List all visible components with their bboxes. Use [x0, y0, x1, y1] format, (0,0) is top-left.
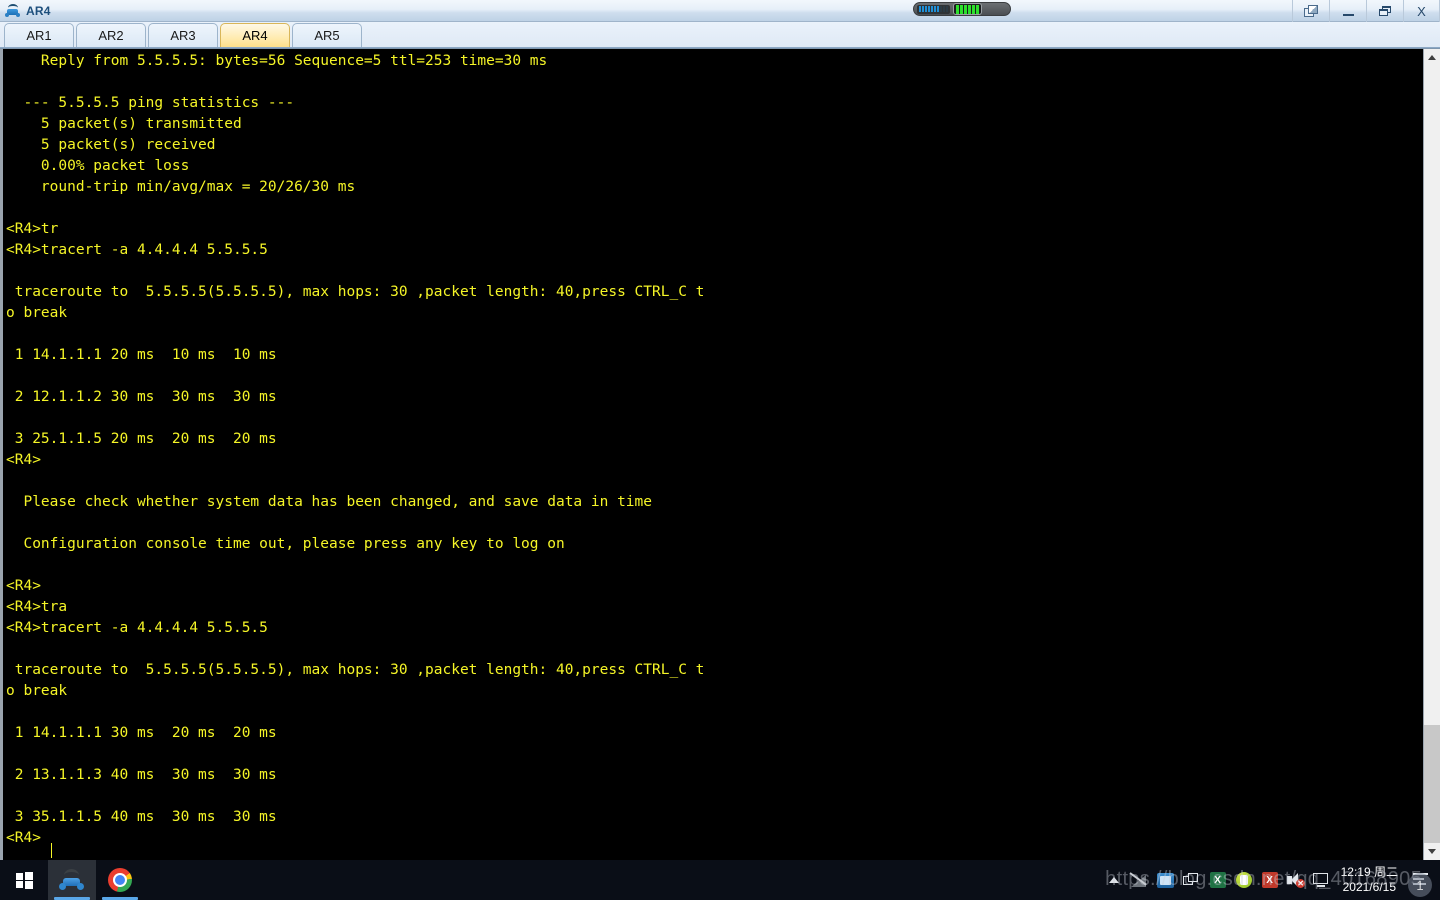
close-icon: X	[1417, 3, 1426, 19]
tab-ar4[interactable]: AR4	[220, 23, 290, 47]
network-off-icon	[1129, 872, 1148, 887]
show-hidden-icons-button[interactable]	[1101, 860, 1127, 900]
scrollbar-thumb[interactable]	[1424, 725, 1440, 843]
ensp-device-window: AR4 X AR1 AR2 AR3 AR4 AR5 Reply from 5.5…	[0, 0, 1440, 860]
scrollbar-track[interactable]	[1424, 66, 1440, 843]
notifications-icon	[1412, 873, 1430, 887]
windows-stack-icon	[1183, 872, 1200, 888]
tab-ar2[interactable]: AR2	[76, 23, 146, 47]
scroll-up-button[interactable]	[1424, 49, 1440, 66]
chevron-down-icon	[1428, 849, 1436, 854]
tab-label: AR3	[170, 28, 196, 43]
router-icon	[5, 3, 21, 18]
office-icon: X	[1261, 872, 1278, 888]
green-app-icon	[1235, 872, 1252, 888]
windows-taskbar: X X ✕ 12:19 周二 2021/6/15	[0, 860, 1440, 900]
taskbar-item-ensp[interactable]	[48, 860, 96, 900]
tab-label: AR5	[314, 28, 340, 43]
window-title: AR4	[26, 3, 51, 18]
tab-label: AR4	[242, 28, 268, 43]
tab-ar3[interactable]: AR3	[148, 23, 218, 47]
scroll-down-button[interactable]	[1424, 843, 1440, 860]
green-app-tray-button[interactable]	[1231, 860, 1257, 900]
clock-time: 12:19 周二	[1340, 865, 1398, 879]
led-group-left	[917, 4, 950, 14]
volume-muted-button[interactable]: ✕	[1283, 860, 1309, 900]
network-blue-icon	[1157, 872, 1175, 888]
console-output: Reply from 5.5.5.5: bytes=56 Sequence=5 …	[6, 53, 705, 846]
clock-date: 2021/6/15	[1342, 880, 1396, 894]
office-tray-button[interactable]: X	[1257, 860, 1283, 900]
chrome-icon	[108, 868, 132, 892]
taskbar-clock[interactable]: 12:19 周二 2021/6/15	[1335, 865, 1406, 895]
led-group-right	[953, 3, 982, 15]
title-bar: AR4 X	[0, 0, 1440, 22]
excel-tray-button[interactable]: X	[1205, 860, 1231, 900]
action-center-button[interactable]	[1406, 860, 1436, 900]
vertical-scrollbar[interactable]	[1423, 49, 1440, 860]
monitor-icon	[1313, 873, 1330, 887]
tab-label: AR1	[26, 28, 52, 43]
terminal-area: Reply from 5.5.5.5: bytes=56 Sequence=5 …	[0, 48, 1440, 860]
chevron-up-icon	[1428, 55, 1436, 60]
minimize-button[interactable]	[1329, 0, 1366, 22]
maximize-button[interactable]	[1366, 0, 1403, 22]
cli-console[interactable]: Reply from 5.5.5.5: bytes=56 Sequence=5 …	[0, 49, 1423, 860]
system-tray: X X ✕ 12:19 周二 2021/6/15	[1101, 860, 1440, 900]
cascade-windows-button[interactable]	[1292, 0, 1329, 22]
windows-logo-icon	[15, 871, 33, 889]
text-cursor	[51, 843, 52, 858]
chevron-up-icon	[1108, 877, 1119, 883]
taskbar-item-chrome[interactable]	[96, 860, 144, 900]
start-button[interactable]	[0, 860, 48, 900]
excel-icon: X	[1209, 872, 1226, 888]
ensp-router-icon	[59, 868, 85, 892]
tab-ar1[interactable]: AR1	[4, 23, 74, 47]
network-adapter-button[interactable]	[1153, 860, 1179, 900]
cascade-icon	[1303, 4, 1319, 18]
tab-label: AR2	[98, 28, 124, 43]
device-tab-strip: AR1 AR2 AR3 AR4 AR5	[0, 22, 1440, 48]
volume-mute-icon: ✕	[1287, 873, 1306, 888]
network-disconnected-icon-button[interactable]	[1127, 860, 1153, 900]
maximize-icon	[1379, 5, 1391, 17]
tab-ar5[interactable]: AR5	[292, 23, 362, 47]
minimize-icon	[1342, 13, 1354, 16]
window-controls: X	[1292, 0, 1440, 22]
title-bar-left: AR4	[0, 3, 51, 18]
close-button[interactable]: X	[1403, 0, 1440, 22]
window-stack-button[interactable]	[1179, 860, 1205, 900]
device-led-indicator	[913, 2, 1011, 16]
display-settings-button[interactable]	[1309, 860, 1335, 900]
